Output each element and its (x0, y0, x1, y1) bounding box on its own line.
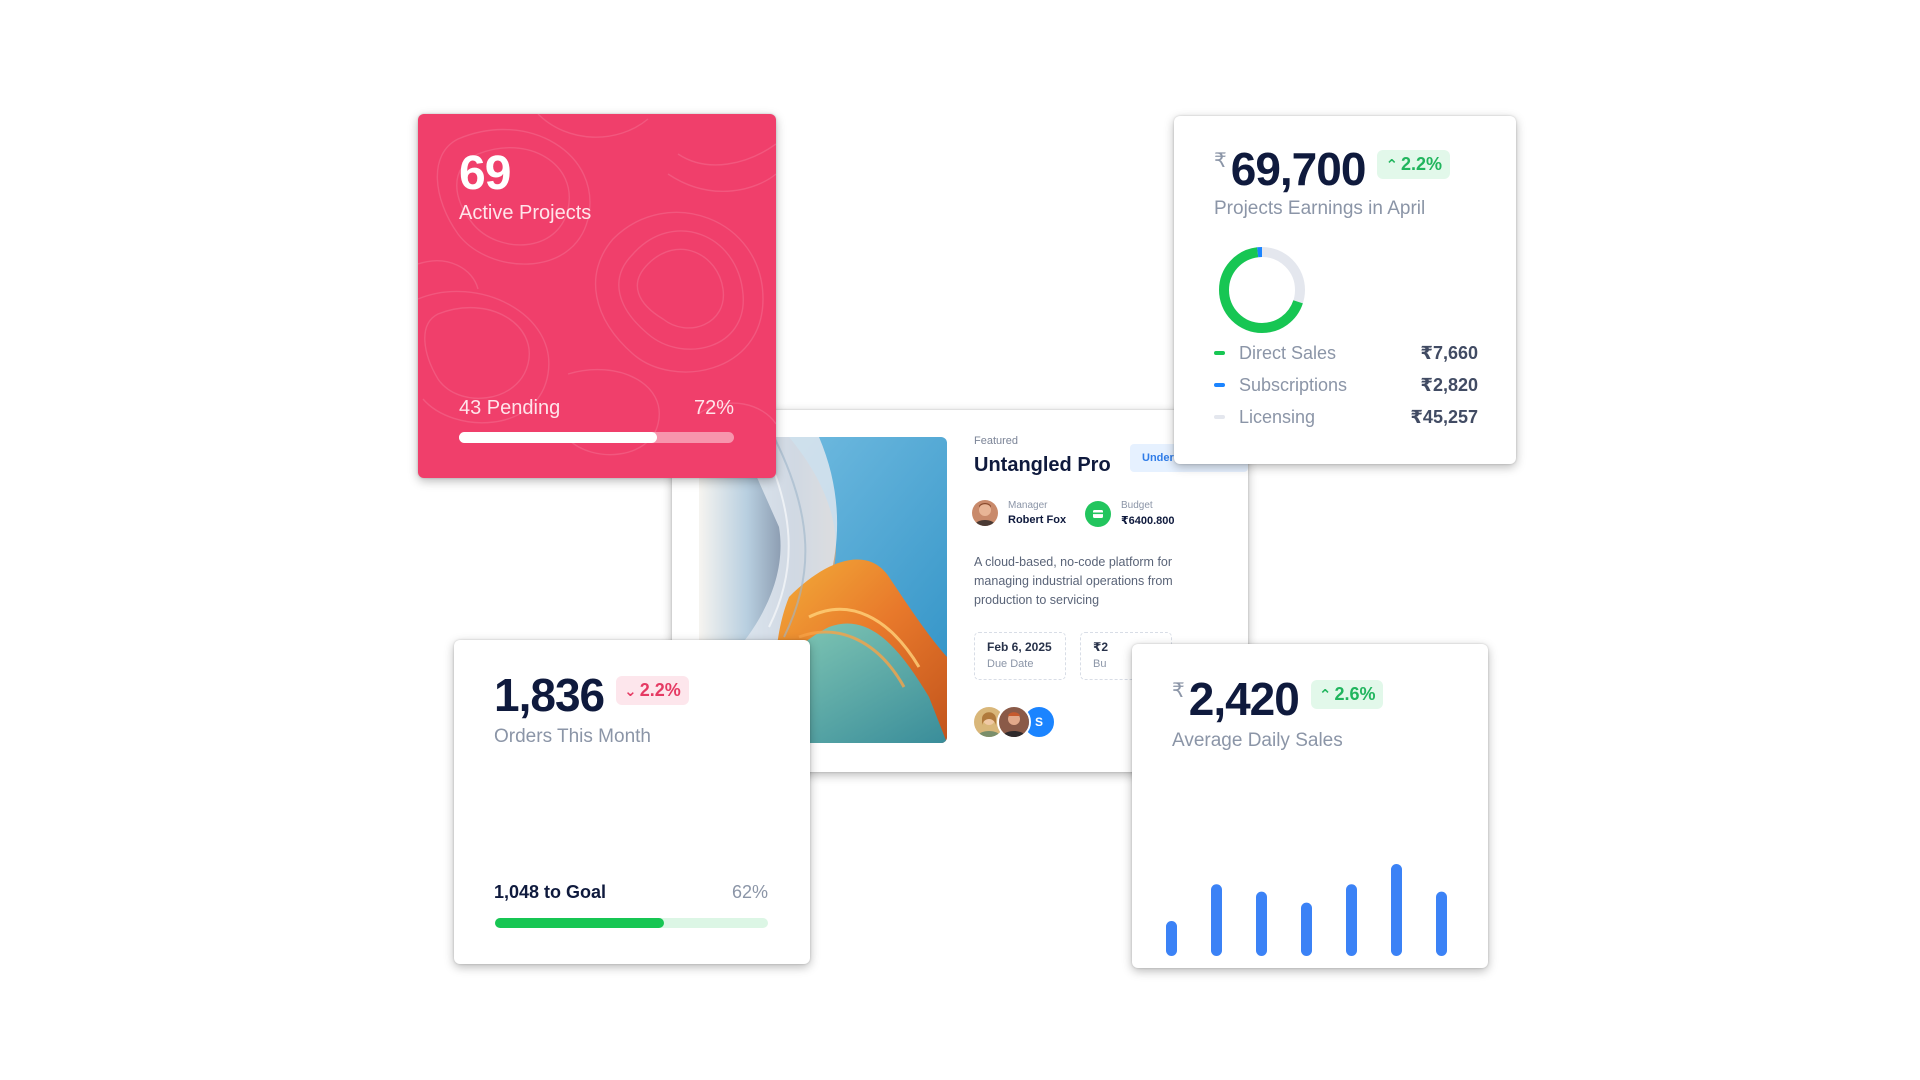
earnings-amount: 69,700 (1230, 143, 1367, 195)
goal-progress-bar (495, 918, 768, 928)
legend-name: Licensing (1239, 406, 1316, 427)
change-badge: ⌄ 2.2% (616, 676, 689, 705)
progress-percent: 72% (693, 397, 734, 419)
earnings-donut-chart (1219, 247, 1305, 333)
progress-bar (459, 432, 734, 443)
orders-card: 1,836 ⌄ 2.2% Orders This Month 1,048 to … (454, 640, 810, 964)
orders-label: Orders This Month (494, 726, 651, 747)
project-description: A cloud-based, no-code platform for mana… (974, 555, 1173, 607)
change-value: 2.2% (639, 680, 681, 700)
currency-symbol: ₹ (1214, 150, 1227, 172)
legend-value: ₹45,257 (1410, 406, 1478, 427)
pending-label: 43 Pending (459, 397, 561, 419)
team-member-avatar[interactable] (997, 705, 1031, 739)
legend-item-subscriptions: Subscriptions ₹2,820 (1214, 372, 1478, 398)
change-badge: ⌃ 2.2% (1377, 150, 1451, 179)
legend-marker (1214, 351, 1225, 355)
legend-marker (1214, 383, 1225, 387)
active-projects-count: 69 (459, 147, 511, 200)
legend-marker (1214, 415, 1225, 419)
budget-icon (1085, 500, 1111, 527)
budget-caption: Budget (1121, 500, 1153, 511)
due-date-box: Feb 6, 2025 Due Date (974, 632, 1066, 680)
legend-value: ₹2,820 (1420, 374, 1478, 395)
orders-amount-row: 1,836 ⌄ 2.2% (494, 668, 689, 722)
daily-sales-bar (1391, 864, 1402, 956)
daily-sales-bar (1166, 921, 1177, 956)
legend-item-direct-sales: Direct Sales ₹7,660 (1214, 340, 1478, 366)
change-value: 2.2% (1401, 154, 1443, 174)
legend-name: Subscriptions (1239, 374, 1348, 395)
arrow-up-icon: ⌃ (1385, 156, 1399, 174)
team-avatars[interactable]: S (972, 705, 1056, 739)
goal-progress-fill (495, 918, 665, 928)
budget-value: ₹6400.800 (1121, 515, 1175, 527)
active-projects-label: Active Projects (459, 202, 592, 224)
daily-sales-bar (1211, 884, 1222, 956)
due-date-value: Feb 6, 2025 (987, 640, 1052, 654)
daily-sales-bar (1301, 902, 1312, 956)
earnings-label: Projects Earnings in April (1214, 198, 1426, 219)
daily-sales-bar (1256, 891, 1267, 956)
arrow-down-icon: ⌄ (624, 682, 637, 700)
orders-amount: 1,836 (494, 669, 605, 721)
earnings-card: ₹ 69,700 ⌃ 2.2% Projects Earnings in Apr… (1174, 116, 1516, 464)
manager-avatar[interactable] (972, 500, 998, 526)
goal-label: 1,048 to Goal (494, 882, 607, 902)
active-projects-card: 69 Active Projects 43 Pending 72% (418, 114, 776, 478)
manager-info: Manager Robert Fox (972, 500, 1066, 526)
goal-percent: 62% (731, 882, 768, 902)
dashboard-collage: Featured Untangled Pro Under Manager Rob… (0, 0, 1920, 1080)
daily-sales-card: ₹ 2,420 ⌃ 2.6% Average Daily Sales (1132, 644, 1488, 968)
manager-caption: Manager (1008, 500, 1048, 511)
due-date-caption: Due Date (987, 658, 1034, 670)
legend-value: ₹7,660 (1420, 342, 1478, 363)
project-title[interactable]: Untangled Pro (974, 454, 1111, 477)
featured-kicker: Featured (974, 435, 1019, 447)
daily-sales-bar (1436, 891, 1447, 956)
manager-name: Robert Fox (1008, 514, 1067, 526)
daily-sales-bar (1346, 884, 1357, 956)
budget-info: Budget ₹6400.800 (1085, 500, 1175, 527)
earnings-amount-row: ₹ 69,700 ⌃ 2.2% (1214, 142, 1451, 196)
progress-bar-fill (459, 432, 657, 443)
legend-name: Direct Sales (1239, 342, 1337, 363)
daily-sales-bar-chart (1166, 864, 1447, 956)
legend-item-licensing: Licensing ₹45,257 (1214, 404, 1478, 430)
